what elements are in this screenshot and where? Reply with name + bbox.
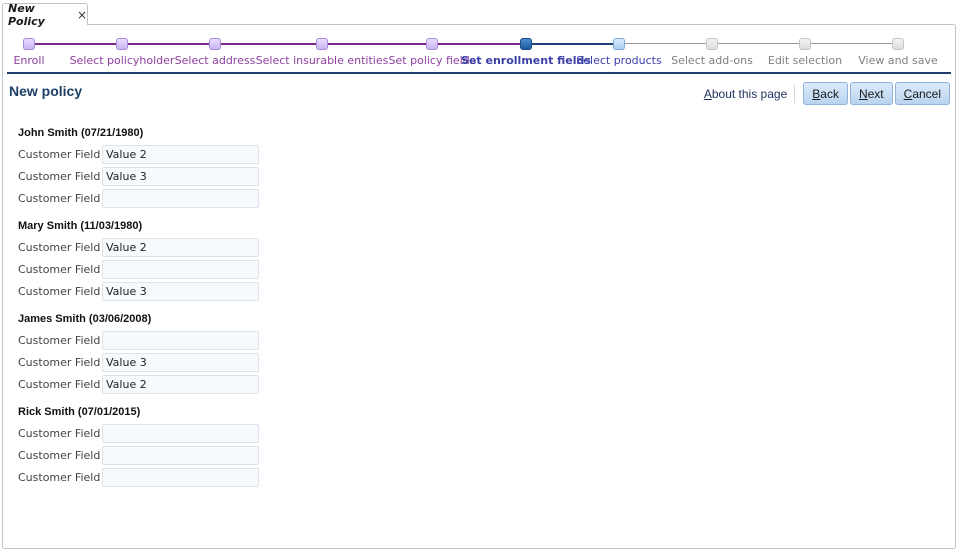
field-row: Customer Field 2 [18,329,259,351]
wizard-progress: Enroll Select policyholder Select address S… [3,35,953,75]
insured-person-group: James Smith (03/06/2008) Customer Field 2… [18,312,259,395]
person-heading: John Smith (07/21/1980) [18,127,144,139]
customer-field-input[interactable] [102,144,259,164]
wizard-step-node[interactable] [23,38,35,50]
field-row: Customer Field 3 [18,165,259,187]
wizard-step-node[interactable] [209,38,221,50]
tab-title: New Policy [8,1,45,28]
field-label: Customer Field 2 [18,240,111,254]
wizard-connector [712,43,805,44]
wizard-step-label[interactable]: Select add-ons [671,54,753,67]
wizard-connector [526,43,619,45]
back-accel: B [812,86,821,101]
field-row: Customer Field 4 [18,280,259,302]
wizard-step-node[interactable] [892,38,904,50]
wizard-connector [29,43,122,45]
person-heading: Mary Smith (11/03/1980) [18,220,143,232]
policy-panel: Enroll Select policyholder Select address S… [2,24,956,549]
wizard-step-label[interactable]: Select policyholder [70,54,175,67]
field-label: Customer Field 3 [18,262,111,276]
cancel-button[interactable]: Cancel [894,82,950,105]
back-rest: ack [820,86,839,101]
field-label: Customer Field 4 [18,191,111,205]
field-label: Customer Field 4 [18,470,111,484]
wizard-step-node[interactable] [116,38,128,50]
wizard-connector [215,43,322,45]
customer-field-input[interactable] [102,188,259,208]
next-accel: N [858,86,868,101]
wizard-step-node[interactable] [799,38,811,50]
customer-field-input[interactable] [102,166,259,186]
field-label: Customer Field 2 [18,426,111,440]
page-title: New policy [9,83,83,99]
wizard-connector [122,43,215,45]
customer-field-input[interactable] [102,352,259,372]
field-row: Customer Field 4 [18,373,259,395]
enrollment-form: John Smith (07/21/1980) Customer Field 2 C… [18,126,259,498]
wizard-step-label[interactable]: Set enrollment fields [461,54,591,67]
cancel-rest: ancel [912,86,941,101]
customer-field-input[interactable] [102,237,259,257]
customer-field-input[interactable] [102,281,259,301]
field-row: Customer Field 3 [18,258,259,280]
field-row: Customer Field 3 [18,444,259,466]
about-rest: bout this page [711,86,788,101]
next-button[interactable]: Next [849,82,893,105]
wizard-connector [432,43,526,45]
field-row: Customer Field 2 [18,143,259,165]
person-heading: Rick Smith (07/01/2015) [18,406,141,418]
customer-field-input[interactable] [102,330,259,350]
wizard-step-label[interactable]: Edit selection [768,54,842,67]
wizard-step-label[interactable]: Enroll [13,54,44,67]
customer-field-input[interactable] [102,374,259,394]
wizard-step-node[interactable] [613,38,625,50]
header-divider [7,72,951,74]
person-heading: James Smith (03/06/2008) [18,313,152,325]
wizard-connector [619,43,712,44]
field-label: Customer Field 2 [18,147,111,161]
field-row: Customer Field 4 [18,466,259,488]
wizard-step-label[interactable]: Select address [175,54,256,67]
wizard-step-label[interactable]: Select insurable entities [256,54,389,67]
field-label: Customer Field 3 [18,169,111,183]
customer-field-input[interactable] [102,259,259,279]
field-row: Customer Field 2 [18,422,259,444]
customer-field-input[interactable] [102,445,259,465]
wizard-connector [805,43,898,44]
insured-person-group: Rick Smith (07/01/2015) Customer Field 2 C… [18,405,259,488]
field-row: Customer Field 3 [18,351,259,373]
field-row: Customer Field 2 [18,236,259,258]
tab-new-policy[interactable]: New Policy × [2,1,88,28]
field-label: Customer Field 4 [18,377,111,391]
insured-person-group: Mary Smith (11/03/1980) Customer Field 2 C… [18,219,259,302]
field-label: Customer Field 4 [18,284,111,298]
close-icon[interactable]: × [77,9,87,21]
field-label: Customer Field 3 [18,448,111,462]
customer-field-input[interactable] [102,423,259,443]
action-bar: About this page Back Next Cancel [704,82,950,105]
wizard-step-node[interactable] [520,38,532,50]
back-button[interactable]: Back [803,82,848,105]
about-this-page-link[interactable]: About this page [704,87,787,101]
about-accel: A [703,86,712,101]
wizard-step-node[interactable] [706,38,718,50]
wizard-step-label[interactable]: View and save [858,54,938,67]
cancel-accel: C [903,86,913,101]
customer-field-input[interactable] [102,467,259,487]
next-rest: ext [867,86,884,101]
wizard-connector [322,43,432,45]
insured-person-group: John Smith (07/21/1980) Customer Field 2 C… [18,126,259,209]
wizard-step-node[interactable] [316,38,328,50]
wizard-step-label[interactable]: Select products [576,54,661,67]
action-separator [794,84,796,103]
wizard-step-node[interactable] [426,38,438,50]
field-row: Customer Field 4 [18,187,259,209]
field-label: Customer Field 2 [18,333,111,347]
field-label: Customer Field 3 [18,355,111,369]
